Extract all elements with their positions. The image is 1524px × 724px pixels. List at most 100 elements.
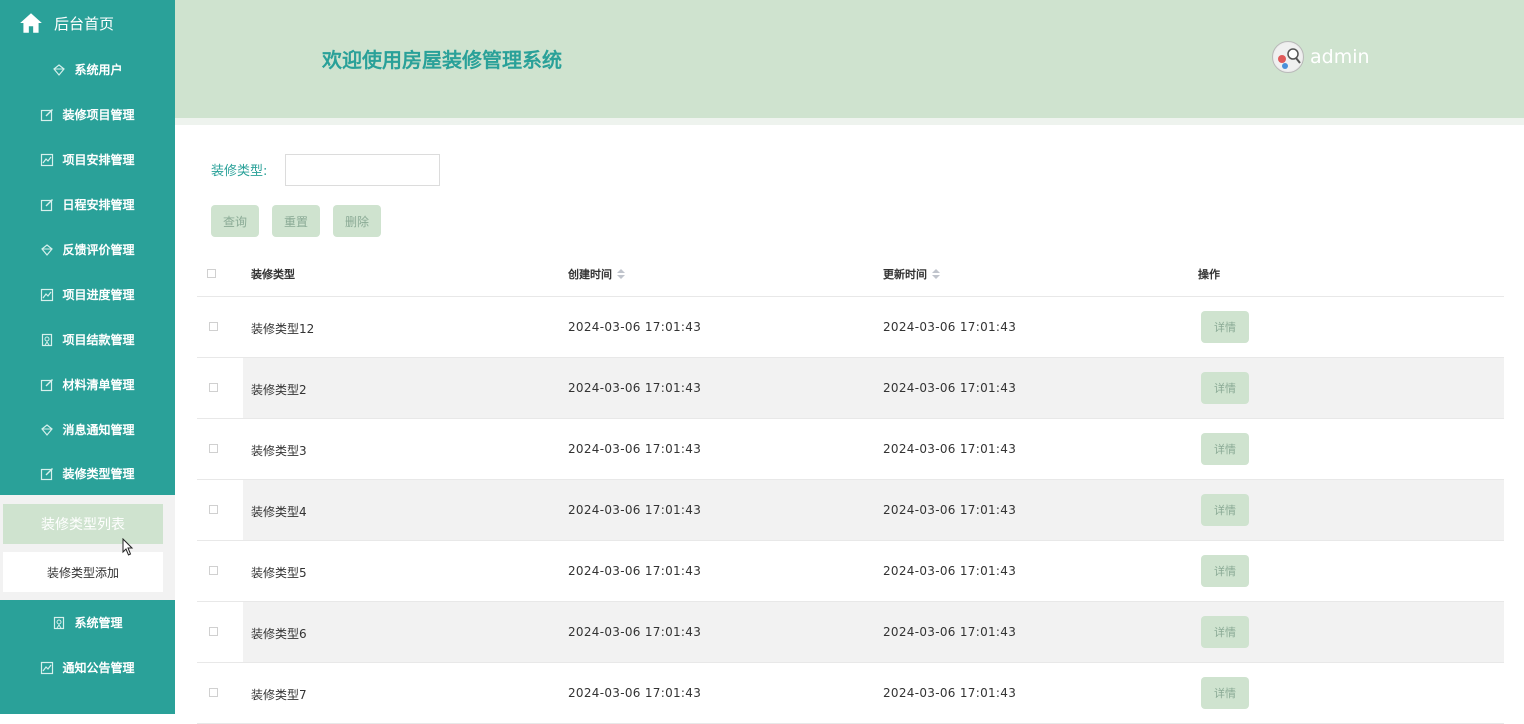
sidebar-item-label: 系统用户: [74, 63, 123, 77]
cell-type: 装修类型6: [251, 627, 307, 641]
cell-type: 装修类型7: [251, 688, 307, 702]
user-menu[interactable]: admin: [1272, 41, 1370, 73]
sidebar-item-8[interactable]: 消息通知管理: [0, 407, 175, 452]
chart-icon: [40, 661, 54, 675]
cell-type: 装修类型12: [251, 322, 315, 336]
sidebar-item-5[interactable]: 项目进度管理: [0, 272, 175, 317]
edit-icon: [40, 378, 54, 392]
sidebar-item-6[interactable]: 项目结款管理: [0, 317, 175, 362]
reset-button[interactable]: 重置: [272, 205, 320, 237]
detail-button[interactable]: 详情: [1201, 494, 1249, 526]
home-icon: [20, 13, 42, 33]
cell-created: 2024-03-06 17:01:43: [568, 381, 702, 395]
sidebar-item-4[interactable]: 反馈评价管理: [0, 227, 175, 272]
row-checkbox[interactable]: [209, 444, 218, 453]
cell-created: 2024-03-06 17:01:43: [568, 686, 702, 700]
sidebar-item-3[interactable]: 日程安排管理: [0, 182, 175, 227]
sidebar-item-label: 日程安排管理: [62, 198, 135, 212]
detail-button[interactable]: 详情: [1201, 311, 1249, 343]
query-button[interactable]: 查询: [211, 205, 259, 237]
edit-icon: [40, 198, 54, 212]
table-row: 装修类型2 2024-03-06 17:01:43 2024-03-06 17:01…: [197, 358, 1504, 419]
avatar: [1272, 41, 1304, 73]
column-header-actions: 操作: [1198, 268, 1220, 281]
search-label: 装修类型:: [211, 164, 268, 179]
row-checkbox[interactable]: [209, 566, 218, 575]
row-checkbox[interactable]: [209, 627, 218, 636]
cell-updated: 2024-03-06 17:01:43: [883, 381, 1017, 395]
username: admin: [1310, 46, 1370, 68]
detail-button[interactable]: 详情: [1201, 433, 1249, 465]
home-label: 后台首页: [54, 14, 115, 33]
page-title: 欢迎使用房屋装修管理系统: [322, 48, 562, 72]
sidebar-item-7[interactable]: 材料清单管理: [0, 362, 175, 407]
select-all-checkbox[interactable]: [207, 269, 216, 278]
sidebar-item-label: 通知公告管理: [62, 661, 135, 675]
cell-created: 2024-03-06 17:01:43: [568, 503, 702, 517]
row-checkbox[interactable]: [209, 505, 218, 514]
chart-icon: [40, 153, 54, 167]
sidebar-item-9[interactable]: 装修类型管理: [0, 451, 175, 496]
sidebar-item-label: 反馈评价管理: [62, 243, 135, 257]
sidebar-item-label: 项目安排管理: [62, 153, 135, 167]
submenu-item-type-list[interactable]: 装修类型列表: [3, 504, 163, 544]
cell-created: 2024-03-06 17:01:43: [568, 442, 702, 456]
sidebar-item-label: 项目进度管理: [62, 288, 135, 302]
table-body: 装修类型12 2024-03-06 17:01:43 2024-03-06 17:0…: [197, 297, 1504, 724]
row-checkbox[interactable]: [209, 688, 218, 697]
home-link[interactable]: 后台首页: [18, 9, 114, 37]
chart-icon: [40, 288, 54, 302]
sidebar-item-10[interactable]: 系统管理: [0, 600, 175, 645]
edit-icon: [40, 108, 54, 122]
detail-button[interactable]: 详情: [1201, 677, 1249, 709]
column-header-type: 装修类型: [251, 268, 295, 281]
data-table: 装修类型 创建时间 更新时间 操作 装修类型12 2024-03-06 17:01…: [197, 249, 1504, 724]
column-header-created[interactable]: 创建时间: [568, 266, 625, 282]
sidebar-item-label: 装修类型管理: [62, 467, 135, 481]
table-header: 装修类型 创建时间 更新时间 操作: [197, 249, 1504, 297]
header-divider: [175, 118, 1524, 125]
badge-icon: [52, 616, 66, 630]
cell-updated: 2024-03-06 17:01:43: [883, 503, 1017, 517]
sort-icon[interactable]: [617, 269, 625, 279]
cell-type: 装修类型5: [251, 566, 307, 580]
badge-icon: [40, 333, 54, 347]
cell-updated: 2024-03-06 17:01:43: [883, 442, 1017, 456]
sidebar-item-label: 系统管理: [74, 616, 123, 630]
table-row: 装修类型12 2024-03-06 17:01:43 2024-03-06 17:0…: [197, 297, 1504, 358]
cell-updated: 2024-03-06 17:01:43: [883, 564, 1017, 578]
sidebar-item-0[interactable]: 系统用户: [0, 47, 175, 92]
table-row: 装修类型4 2024-03-06 17:01:43 2024-03-06 17:01…: [197, 480, 1504, 541]
delete-button[interactable]: 删除: [333, 205, 381, 237]
row-checkbox[interactable]: [209, 383, 218, 392]
sidebar-item-1[interactable]: 装修项目管理: [0, 92, 175, 137]
cell-created: 2024-03-06 17:01:43: [568, 564, 702, 578]
sort-icon[interactable]: [932, 269, 940, 279]
search-input[interactable]: [285, 154, 440, 186]
sidebar-item-2[interactable]: 项目安排管理: [0, 137, 175, 182]
cell-updated: 2024-03-06 17:01:43: [883, 625, 1017, 639]
sidebar-item-label: 装修项目管理: [62, 108, 135, 122]
detail-button[interactable]: 详情: [1201, 616, 1249, 648]
diamond-icon: [40, 423, 54, 437]
mouse-cursor-icon: [122, 538, 134, 556]
cell-created: 2024-03-06 17:01:43: [568, 320, 702, 334]
cell-updated: 2024-03-06 17:01:43: [883, 686, 1017, 700]
row-checkbox[interactable]: [209, 322, 218, 331]
diamond-icon: [40, 243, 54, 257]
submenu-item-type-add[interactable]: 装修类型添加: [3, 552, 163, 592]
detail-button[interactable]: 详情: [1201, 372, 1249, 404]
header: 欢迎使用房屋装修管理系统 admin: [175, 0, 1524, 118]
sidebar-item-11[interactable]: 通知公告管理: [0, 645, 175, 690]
cell-updated: 2024-03-06 17:01:43: [883, 320, 1017, 334]
sidebar-item-label: 项目结款管理: [62, 333, 135, 347]
table-row: 装修类型6 2024-03-06 17:01:43 2024-03-06 17:01…: [197, 602, 1504, 663]
sidebar-item-label: 消息通知管理: [62, 423, 135, 437]
detail-button[interactable]: 详情: [1201, 555, 1249, 587]
sidebar: 后台首页 系统用户装修项目管理 项目安排管理 日程安排管理 反馈评价管理 项目进度管理项…: [0, 0, 175, 714]
cell-created: 2024-03-06 17:01:43: [568, 625, 702, 639]
table-row: 装修类型5 2024-03-06 17:01:43 2024-03-06 17:01…: [197, 541, 1504, 602]
table-row: 装修类型7 2024-03-06 17:01:43 2024-03-06 17:01…: [197, 663, 1504, 724]
edit-icon: [40, 467, 54, 481]
column-header-updated[interactable]: 更新时间: [883, 266, 940, 282]
